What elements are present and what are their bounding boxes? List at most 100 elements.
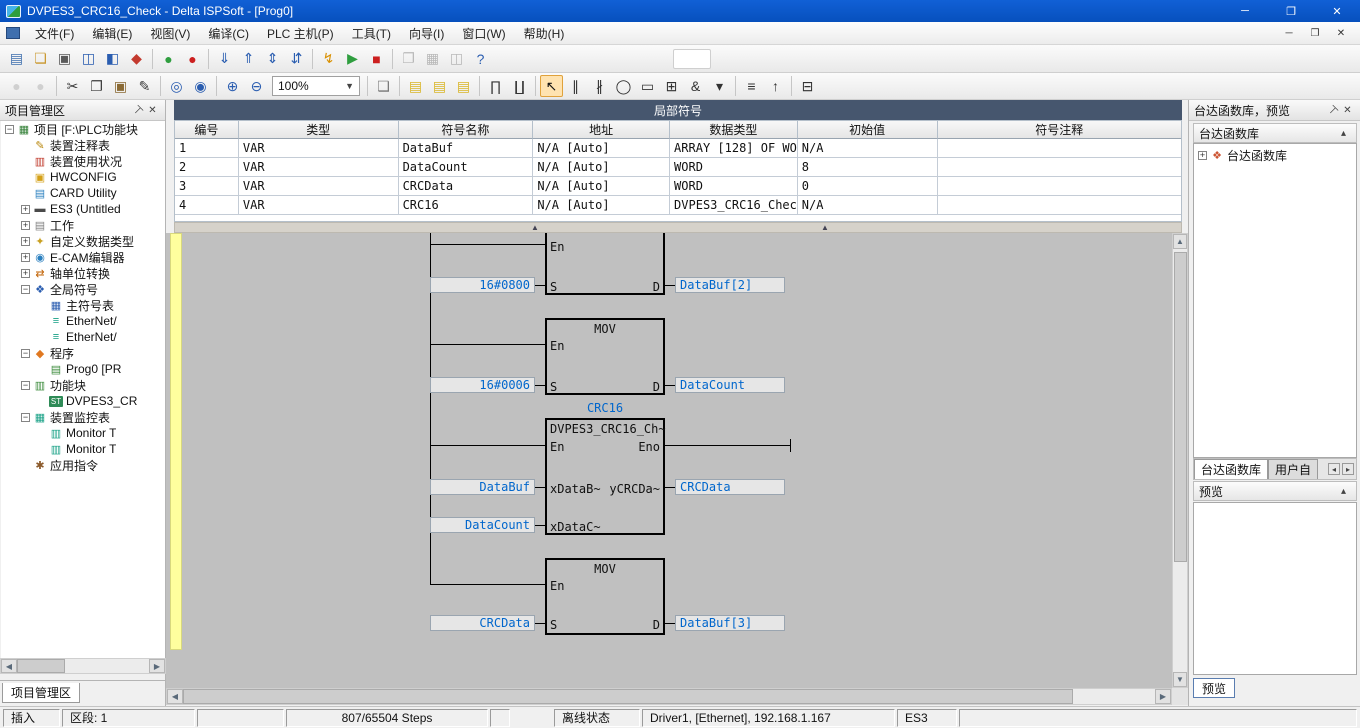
mdi-close-button[interactable]: ✕ <box>1328 24 1354 43</box>
symbol-col-header[interactable]: 符号名称 <box>399 121 534 139</box>
symbol-cell[interactable]: 1 <box>175 139 239 158</box>
library-section-header[interactable]: 台达函数库 ▴ <box>1193 123 1357 143</box>
library-tree[interactable]: + ❖ 台达函数库 <box>1193 143 1357 458</box>
project-tree[interactable]: −▦项目 [F:\PLC功能块✎装置注释表▥装置使用状况▣HWCONFIG▤CA… <box>1 121 165 658</box>
symbol-cell[interactable]: VAR <box>239 158 399 177</box>
mov-block-2[interactable]: MOV En S D <box>545 318 665 395</box>
align-tool-icon[interactable]: ≡ <box>740 75 763 97</box>
collapse-icon[interactable]: − <box>21 285 30 294</box>
window-split-icon[interactable]: ◧ <box>101 48 124 70</box>
and-operator-icon[interactable]: & <box>684 75 707 97</box>
tree-item[interactable]: ▥Monitor T <box>1 425 165 441</box>
tree-item[interactable]: ✎装置注释表 <box>1 137 165 153</box>
symbol-cell[interactable]: 3 <box>175 177 239 196</box>
project-view-icon[interactable]: ◫ <box>77 48 100 70</box>
tab-preview[interactable]: 预览 <box>1193 678 1235 698</box>
applied-instruction-icon[interactable]: ▭ <box>636 75 659 97</box>
symbol-cell[interactable] <box>938 158 1182 177</box>
expand-icon[interactable]: + <box>21 205 30 214</box>
symbol-cell[interactable]: N/A [Auto] <box>533 139 670 158</box>
tree-item[interactable]: ✱应用指令 <box>1 457 165 473</box>
scroll-right-icon[interactable]: ▶ <box>149 659 165 673</box>
tab-scroll-left-icon[interactable]: ◂ <box>1328 463 1340 475</box>
menu-item[interactable]: 文件(F) <box>26 22 83 44</box>
scroll-left-icon[interactable]: ◀ <box>1 659 17 673</box>
symbol-col-header[interactable]: 初始值 <box>798 121 938 139</box>
tree-item[interactable]: +◉E-CAM编辑器 <box>1 249 165 265</box>
symbol-cell[interactable]: N/A <box>798 139 938 158</box>
symbol-col-header[interactable]: 数据类型 <box>670 121 798 139</box>
table-ladder-splitter[interactable]: ▲ ▲ <box>174 222 1182 233</box>
ladder-vscrollbar[interactable]: ▲ ▼ <box>1172 233 1188 688</box>
scrollbar-track[interactable] <box>65 659 149 673</box>
find-icon[interactable]: ◎ <box>165 75 188 97</box>
tree-item[interactable]: ▥Monitor T <box>1 441 165 457</box>
collapse-icon[interactable]: − <box>21 413 30 422</box>
collapse-up-icon[interactable]: ▴ <box>1336 126 1351 141</box>
symbol-cell[interactable]: CRC16 <box>399 196 534 215</box>
zoom-out-icon[interactable]: ⊖ <box>245 75 268 97</box>
symbol-cell[interactable]: DataCount <box>399 158 534 177</box>
symbol-cell[interactable]: ARRAY [128] OF WORD <box>670 139 798 158</box>
symbol-cell[interactable]: 0 <box>798 177 938 196</box>
collapse-icon[interactable]: − <box>21 381 30 390</box>
tree-item[interactable]: −▦装置监控表 <box>1 409 165 425</box>
pin-icon[interactable]: ⊤ <box>1325 103 1340 118</box>
coil-icon[interactable]: ◯ <box>612 75 635 97</box>
symbol-cell[interactable] <box>938 139 1182 158</box>
symbol-col-header[interactable]: 类型 <box>239 121 399 139</box>
mov-block-3[interactable]: MOV En S D <box>545 558 665 635</box>
tree-item[interactable]: +▬ES3 (Untitled <box>1 201 165 217</box>
operand-input[interactable]: DataCount <box>430 517 535 533</box>
contact-no-icon[interactable]: ∥ <box>564 75 587 97</box>
rising-edge-icon[interactable]: ∏ <box>484 75 507 97</box>
redo-icon[interactable]: ● <box>29 75 52 97</box>
expand-icon[interactable]: + <box>21 221 30 230</box>
preview-section-header[interactable]: 预览 ▴ <box>1193 481 1357 501</box>
tree-item[interactable]: ▣HWCONFIG <box>1 169 165 185</box>
tree-item[interactable]: ≡EtherNet/ <box>1 329 165 345</box>
tree-item[interactable]: + ❖ 台达函数库 <box>1194 147 1356 163</box>
crc16-function-block[interactable]: DVPES3_CRC16_Ch~ En Eno xDataB~ yCRCDa~ … <box>545 418 665 535</box>
symbol-cell[interactable]: N/A [Auto] <box>533 158 670 177</box>
tree-item[interactable]: ▤CARD Utility <box>1 185 165 201</box>
close-icon[interactable]: ✕ <box>1340 103 1355 118</box>
symbol-cell[interactable]: CRCData <box>399 177 534 196</box>
scrollbar-track[interactable] <box>1073 689 1155 704</box>
zoom-combo[interactable]: 100% ▼ <box>272 76 360 96</box>
tree-item[interactable]: ▦主符号表 <box>1 297 165 313</box>
symbol-cell[interactable]: N/A <box>798 196 938 215</box>
operand-output[interactable]: DataCount <box>675 377 785 393</box>
collapse-up-icon[interactable]: ▲ <box>531 223 539 232</box>
upload-icon[interactable]: ⇑ <box>237 48 260 70</box>
menu-item[interactable]: PLC 主机(P) <box>258 22 343 44</box>
symbol-row[interactable]: 4VARCRC16N/A [Auto]DVPES3_CRC16_CheckN/A <box>175 196 1181 215</box>
ladder-editor[interactable]: En S D 16#0800 DataBuf[2] MOV En S D 16#… <box>166 233 1172 688</box>
symbol-cell[interactable]: DataBuf <box>399 139 534 158</box>
collapse-icon[interactable]: − <box>21 349 30 358</box>
menu-item[interactable]: 工具(T) <box>343 22 400 44</box>
close-button[interactable]: ✕ <box>1314 0 1360 22</box>
paste-icon[interactable]: ▣ <box>109 75 132 97</box>
symbol-col-header[interactable]: 编号 <box>175 121 239 139</box>
symbol-cell[interactable]: VAR <box>239 177 399 196</box>
symbol-cell[interactable]: VAR <box>239 139 399 158</box>
scrollbar-thumb[interactable] <box>1174 252 1187 562</box>
replace-icon[interactable]: ◉ <box>189 75 212 97</box>
operand-input[interactable]: 16#0006 <box>430 377 535 393</box>
copy-icon[interactable]: ❐ <box>85 75 108 97</box>
maximize-button[interactable]: ❐ <box>1268 0 1314 22</box>
menu-item[interactable]: 视图(V) <box>141 22 199 44</box>
symbol-cell[interactable]: N/A [Auto] <box>533 196 670 215</box>
symbol-cell[interactable]: 8 <box>798 158 938 177</box>
symbol-row[interactable]: 3VARCRCDataN/A [Auto]WORD0 <box>175 177 1181 196</box>
operand-output[interactable]: DataBuf[2] <box>675 277 785 293</box>
symbol-col-header[interactable]: 符号注释 <box>938 121 1182 139</box>
menu-item[interactable]: 编辑(E) <box>83 22 141 44</box>
collapse-up-icon[interactable]: ▴ <box>1336 484 1351 499</box>
simulator-icon[interactable]: ● <box>157 48 180 70</box>
symbol-row[interactable]: 1VARDataBufN/A [Auto]ARRAY [128] OF WORD… <box>175 139 1181 158</box>
falling-edge-icon[interactable]: ∐ <box>508 75 531 97</box>
undo-icon[interactable]: ● <box>5 75 28 97</box>
mov-block-1[interactable]: En S D <box>545 233 665 295</box>
